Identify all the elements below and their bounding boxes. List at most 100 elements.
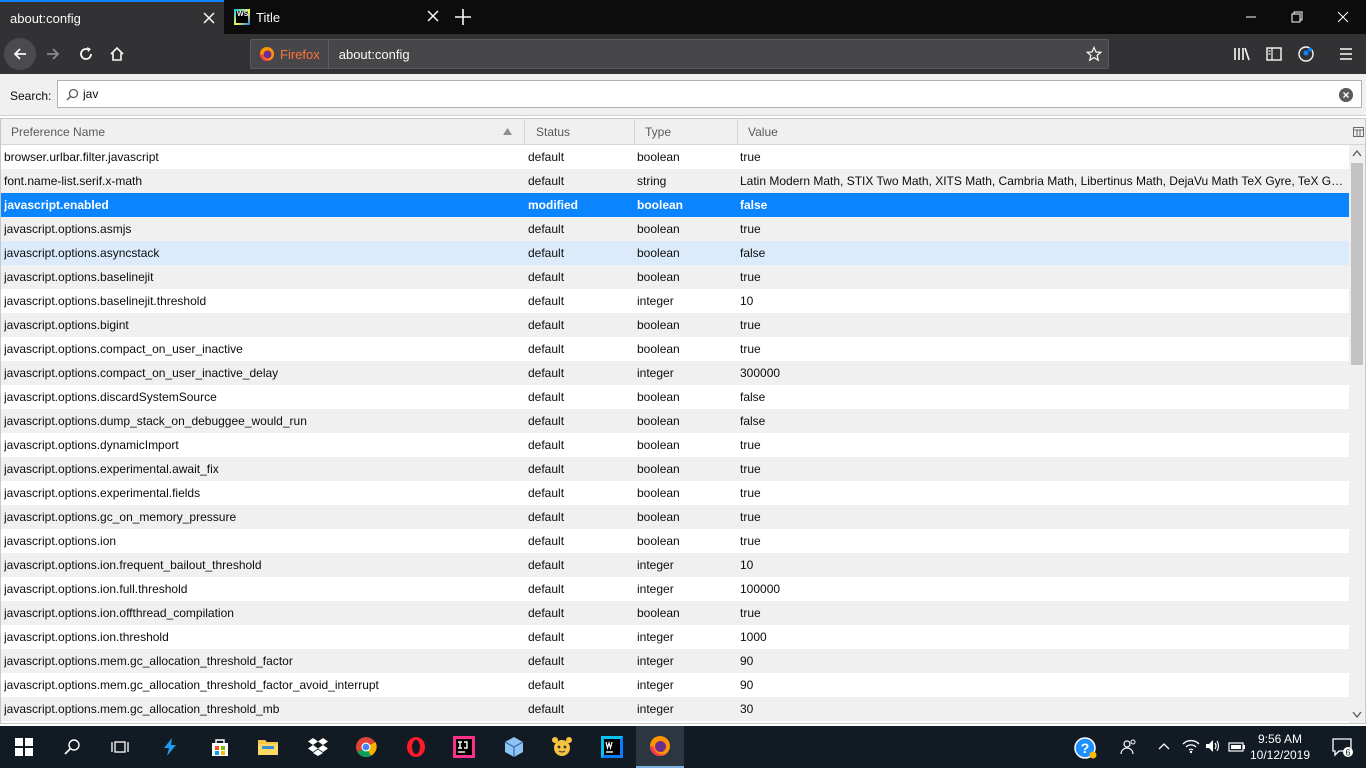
column-header-type[interactable]: Type: [635, 119, 738, 145]
search-input[interactable]: [83, 87, 1323, 101]
taskbar-app-chrome[interactable]: [342, 726, 390, 768]
table-row[interactable]: javascript.options.compact_on_user_inact…: [1, 337, 1349, 361]
column-header-status[interactable]: Status: [526, 119, 635, 145]
table-row[interactable]: browser.urlbar.filter.javascript default b…: [1, 145, 1349, 169]
taskbar-app-dropbox[interactable]: [294, 726, 342, 768]
table-row[interactable]: javascript.options.gc_on_memory_pressure…: [1, 505, 1349, 529]
table-row[interactable]: javascript.options.ion.offthread_compila…: [1, 601, 1349, 625]
search-field[interactable]: [57, 80, 1362, 108]
library-button[interactable]: [1226, 38, 1258, 70]
taskbar-app-firefox[interactable]: [636, 726, 684, 768]
tab-about-config[interactable]: about:config: [0, 0, 224, 34]
taskbar-app-visual-studio-code[interactable]: [146, 726, 194, 768]
system-clock[interactable]: 9:56 AM 10/12/2019: [1248, 731, 1312, 763]
battery-icon[interactable]: [1228, 738, 1246, 754]
table-row[interactable]: javascript.options.mem.gc_allocation_thr…: [1, 697, 1349, 721]
taskbar-app-intellij[interactable]: [440, 726, 488, 768]
tab-title-page[interactable]: WS Title: [224, 0, 448, 34]
taskbar-app-webstorm[interactable]: [588, 726, 636, 768]
table-row[interactable]: javascript.options.asyncstack default bool…: [1, 241, 1349, 265]
task-view-button[interactable]: [96, 726, 144, 768]
table-row[interactable]: javascript.options.compact_on_user_inact…: [1, 361, 1349, 385]
minimize-button[interactable]: [1228, 0, 1274, 34]
people-icon[interactable]: [1120, 738, 1138, 756]
table-row[interactable]: javascript.options.dump_stack_on_debugge…: [1, 409, 1349, 433]
url-text[interactable]: about:config: [329, 47, 410, 62]
help-icon[interactable]: ?: [1074, 737, 1098, 759]
chevron-up-icon[interactable]: [1158, 742, 1170, 750]
taskbar: ? 9:56 AM 10/12/2019 6: [0, 726, 1366, 768]
column-header-name[interactable]: Preference Name: [1, 119, 525, 145]
table-row[interactable]: javascript.options.mem.gc_allocation_thr…: [1, 649, 1349, 673]
table-row[interactable]: javascript.options.asmjs default boolean tr…: [1, 217, 1349, 241]
volume-icon[interactable]: [1204, 738, 1222, 754]
account-icon: [1298, 46, 1314, 62]
taskbar-search-button[interactable]: [48, 726, 96, 768]
pref-type-cell: boolean: [637, 198, 684, 212]
search-row: Search:: [0, 74, 1366, 116]
table-row[interactable]: font.name-list.serif.x-math default string…: [1, 169, 1349, 193]
table-row[interactable]: javascript.options.dynamicImport default b…: [1, 433, 1349, 457]
back-button[interactable]: [4, 38, 36, 70]
pref-type-cell: string: [637, 174, 667, 188]
table-row[interactable]: javascript.options.ion.threshold default i…: [1, 625, 1349, 649]
pref-type-cell: integer: [637, 294, 674, 308]
pref-status-cell: default: [528, 630, 565, 644]
table-row[interactable]: javascript.options.ion default boolean true: [1, 529, 1349, 553]
table-row[interactable]: javascript.options.mem.gc_allocation_thr…: [1, 673, 1349, 697]
table-row[interactable]: javascript.options.baselinejit.threshold…: [1, 289, 1349, 313]
pref-value-cell: 90: [740, 654, 754, 668]
table-row[interactable]: javascript.options.experimental.await_fi…: [1, 457, 1349, 481]
pref-type-cell: boolean: [637, 342, 680, 356]
column-picker-icon[interactable]: [1353, 127, 1364, 137]
taskbar-app-store[interactable]: [196, 726, 244, 768]
action-center-button[interactable]: 6: [1318, 726, 1366, 768]
table-row[interactable]: javascript.options.ion.frequent_bailout_…: [1, 553, 1349, 577]
start-button[interactable]: [0, 726, 48, 768]
pref-value-cell: 300000: [740, 366, 781, 380]
identity-box[interactable]: Firefox: [251, 40, 329, 68]
pref-name-cell: javascript.options.compact_on_user_inact…: [4, 366, 279, 380]
close-tab-icon[interactable]: [202, 11, 216, 25]
url-bar[interactable]: Firefox about:config: [250, 39, 1109, 69]
account-button[interactable]: [1290, 38, 1322, 70]
sidebar-icon: [1266, 47, 1282, 61]
scrollbar-thumb[interactable]: [1351, 163, 1363, 365]
taskbar-app-file-explorer[interactable]: [244, 726, 292, 768]
webstorm-icon: WS: [234, 9, 250, 25]
vertical-scrollbar[interactable]: [1349, 145, 1365, 723]
forward-button[interactable]: [37, 38, 69, 70]
minimize-icon: [1246, 16, 1256, 18]
sidebar-button[interactable]: [1258, 38, 1290, 70]
table-row[interactable]: javascript.options.ion.full.threshold def…: [1, 577, 1349, 601]
column-header-value[interactable]: Value: [738, 119, 1349, 145]
new-tab-icon[interactable]: [452, 6, 474, 28]
taskbar-app-opera[interactable]: [392, 726, 440, 768]
home-button[interactable]: [101, 38, 133, 70]
scroll-down-icon[interactable]: [1352, 711, 1362, 719]
dropbox-icon: [308, 738, 328, 756]
table-row[interactable]: javascript.options.discardSystemSource de…: [1, 385, 1349, 409]
scroll-up-icon[interactable]: [1352, 149, 1362, 157]
clear-search-icon[interactable]: [1339, 88, 1353, 102]
taskbar-app-virtualbox[interactable]: [490, 726, 538, 768]
table-row[interactable]: javascript.options.bigint default boolean t…: [1, 313, 1349, 337]
bookmark-star-icon[interactable]: [1086, 46, 1102, 62]
close-window-button[interactable]: [1320, 0, 1366, 34]
pref-name-cell: javascript.options.mem.gc_allocation_thr…: [4, 654, 293, 668]
reload-button[interactable]: [70, 38, 102, 70]
table-row[interactable]: javascript.enabled modified boolean false: [1, 193, 1349, 217]
home-icon: [110, 46, 124, 61]
table-row[interactable]: javascript.options.baselinejit default boo…: [1, 265, 1349, 289]
menu-button[interactable]: [1330, 38, 1362, 70]
pref-name-cell: javascript.options.dynamicImport: [4, 438, 179, 452]
column-label: Preference Name: [11, 125, 106, 139]
taskbar-app-mascot[interactable]: [538, 726, 586, 768]
restore-button[interactable]: [1274, 0, 1320, 34]
close-tab-icon[interactable]: [426, 9, 440, 23]
wifi-icon[interactable]: [1182, 738, 1200, 754]
pref-status-cell: default: [528, 558, 565, 572]
pref-name-cell: javascript.options.ion.full.threshold: [4, 582, 188, 596]
table-row[interactable]: javascript.options.experimental.fields de…: [1, 481, 1349, 505]
pref-type-cell: integer: [637, 582, 674, 596]
